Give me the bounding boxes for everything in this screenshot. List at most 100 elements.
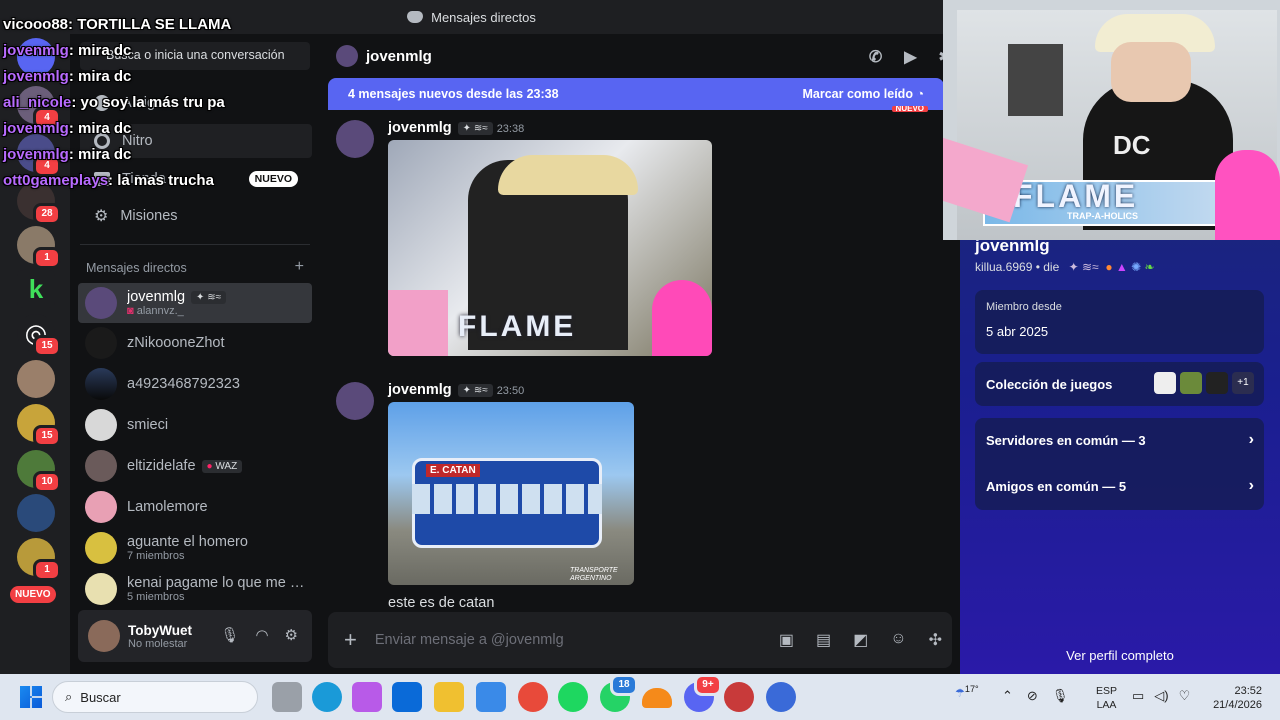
servers-common[interactable]: Servidores en común — 3 › xyxy=(986,431,1254,448)
discord-icon[interactable]: 9+ xyxy=(684,674,722,712)
app-icon[interactable] xyxy=(724,682,754,712)
spotify-icon[interactable] xyxy=(558,682,588,712)
dm-sub: 5 miembros xyxy=(127,591,185,603)
message-author[interactable]: jovenmlg xyxy=(388,382,452,398)
game-icon xyxy=(1206,372,1228,394)
image-attachment[interactable]: FLAME xyxy=(388,140,712,356)
poster xyxy=(1008,44,1063,116)
avatar xyxy=(85,327,117,359)
nitro-icon xyxy=(94,133,110,149)
games-card[interactable]: Colección de juegos +1 xyxy=(975,362,1264,406)
server-icon[interactable]: 4 xyxy=(17,86,61,129)
message-composer[interactable]: + Enviar mensaje a @jovenmlg ▣ ▤ ◩ ☺ ✣ xyxy=(328,612,952,668)
message-author[interactable]: jovenmlg xyxy=(388,120,452,136)
headphones-icon[interactable]: ◠ xyxy=(255,626,268,644)
server-tag: ● WAZ xyxy=(201,459,243,473)
dm-sub: alannvz._ xyxy=(136,305,184,317)
search-label: Buscar xyxy=(80,689,121,705)
lang-layout: LAA xyxy=(1096,699,1117,711)
volume-icon[interactable]: ◁) xyxy=(1154,688,1168,704)
friends-common[interactable]: Amigos en común — 5 › xyxy=(986,477,1254,494)
avatar xyxy=(85,532,117,564)
server-icon[interactable]: 15 xyxy=(17,404,61,447)
nav-nitro[interactable]: Nitro xyxy=(80,124,312,158)
gear-icon[interactable]: ⚙ xyxy=(285,626,298,644)
gif-icon[interactable]: ▤ xyxy=(816,630,831,650)
chevron-up-icon[interactable]: ⌃ xyxy=(1002,688,1013,704)
add-dm-button[interactable]: + xyxy=(295,259,304,275)
app-icon[interactable] xyxy=(766,682,796,712)
whatsapp-icon[interactable]: 18 xyxy=(600,674,638,712)
soundcloud-icon[interactable] xyxy=(642,688,672,708)
call-icon[interactable]: ✆ xyxy=(869,47,882,67)
copilot-icon[interactable] xyxy=(352,682,382,712)
server-icon[interactable]: 1 xyxy=(17,538,61,581)
lang-code: ESP xyxy=(1096,685,1118,697)
chevron-right-icon: › xyxy=(1248,477,1254,494)
taskbar-search[interactable]: ⌕ Buscar xyxy=(52,681,258,713)
server-icon[interactable]: 4 xyxy=(17,134,61,177)
avatar[interactable] xyxy=(336,382,374,420)
store-icon[interactable] xyxy=(476,682,506,712)
mark-read-button[interactable]: Marcar como leído ◔ xyxy=(803,87,925,101)
dm-name: smieci xyxy=(127,417,169,433)
microphone-icon[interactable]: 🎙 xyxy=(1052,688,1069,704)
nav-shop[interactable]: Tienda NUEVO xyxy=(80,162,312,196)
home-button[interactable] xyxy=(17,38,55,76)
avatar xyxy=(85,409,117,441)
video-icon[interactable]: ▶ xyxy=(904,47,916,67)
apps-icon[interactable]: ✣ xyxy=(929,630,942,650)
dm-item[interactable]: kenai pagame lo que me d... 5 miembros xyxy=(78,569,312,609)
language-indicator[interactable]: ESP LAA xyxy=(1096,684,1117,712)
avatar[interactable] xyxy=(336,120,374,158)
gift-icon[interactable]: ▣ xyxy=(779,630,794,650)
dm-item[interactable]: smieci xyxy=(78,405,312,445)
server-icon[interactable]: 1 xyxy=(17,226,61,269)
full-profile-link[interactable]: Ver perfil completo xyxy=(960,648,1280,663)
server-icon[interactable]: k xyxy=(17,270,55,308)
dm-sub: 7 miembros xyxy=(127,550,185,562)
add-attachment-icon[interactable]: + xyxy=(344,627,357,653)
display-icon[interactable]: ▭ xyxy=(1132,688,1144,704)
sticker-icon[interactable]: ◩ xyxy=(853,630,868,650)
server-icon[interactable] xyxy=(17,494,55,532)
chrome-icon[interactable] xyxy=(518,682,548,712)
nav-quests[interactable]: ⚙ Misiones xyxy=(80,199,312,233)
new-messages-banner[interactable]: 4 mensajes nuevos desde las 23:38 Marcar… xyxy=(328,78,944,110)
avatar xyxy=(85,368,117,400)
emoji-icon[interactable]: ☺ xyxy=(890,630,906,650)
outlook-icon[interactable] xyxy=(392,682,422,712)
banner-text: FLAME xyxy=(1013,178,1139,214)
battery-icon[interactable]: ♡ xyxy=(1179,688,1191,704)
nav-friends[interactable]: Amigos xyxy=(80,86,312,120)
file-explorer-icon[interactable] xyxy=(434,682,464,712)
dm-item[interactable]: jovenmlg ✦ ≋≈ ◙ alannvz._ xyxy=(78,283,312,323)
clock[interactable]: 23:52 21/4/2026 xyxy=(1206,684,1262,712)
dm-item[interactable]: eltizidelafe ● WAZ xyxy=(78,446,312,486)
server-icon[interactable]: 10 xyxy=(17,450,61,493)
notification-badge: 9+ xyxy=(694,674,722,696)
start-icon[interactable] xyxy=(20,686,42,708)
games-label: Colección de juegos xyxy=(986,377,1113,392)
image-attachment[interactable]: E. CATAN TRANSPORTE ARGENTINO xyxy=(388,402,634,585)
server-icon[interactable] xyxy=(17,360,55,398)
task-view-icon[interactable] xyxy=(272,682,302,712)
image-caption: TRANSPORTE ARGENTINO xyxy=(570,567,618,582)
dm-item[interactable]: zNikoooneZhot xyxy=(78,323,312,363)
microphone-icon[interactable]: 🎙 xyxy=(220,626,239,644)
composer-input[interactable]: Enviar mensaje a @jovenmlg xyxy=(375,632,564,648)
dm-item[interactable]: Lamolemore xyxy=(78,487,312,527)
mark-read-icon: ◔ xyxy=(916,87,924,101)
new-servers-pill[interactable]: NUEVO xyxy=(10,586,56,603)
weather-widget[interactable]: ☂17° xyxy=(955,684,979,700)
network-off-icon[interactable]: ⊘ xyxy=(1027,688,1038,704)
dm-item[interactable]: a4923468792323 xyxy=(78,364,312,404)
dm-item[interactable]: aguante el homero 7 miembros xyxy=(78,528,312,568)
cap-shape xyxy=(498,155,638,195)
avatar[interactable] xyxy=(88,620,120,652)
money-icon xyxy=(388,290,448,356)
edge-icon[interactable] xyxy=(312,682,342,712)
server-icon[interactable]: ◎ 15 xyxy=(17,314,61,357)
server-icon[interactable]: 28 xyxy=(17,182,61,225)
search-input[interactable]: Busca o inicia una conversación xyxy=(80,42,310,70)
